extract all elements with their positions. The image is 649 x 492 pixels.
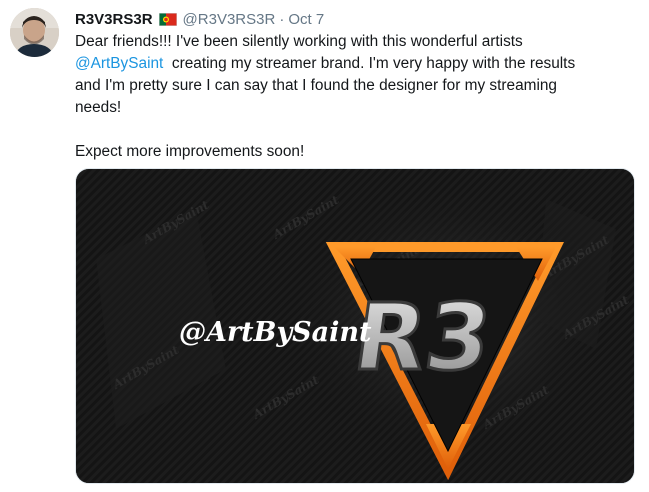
mention-link[interactable]: @ArtBySaint xyxy=(75,55,163,72)
tweet-text: Dear friends!!! I've been silently worki… xyxy=(75,31,633,163)
tweet-content: R3V3RS3R @R3V3RS3R · Oct 7 Dear friends!… xyxy=(75,8,635,163)
tweet-date[interactable]: Oct 7 xyxy=(288,11,324,28)
tweet[interactable]: R3V3RS3R @R3V3RS3R · Oct 7 Dear friends!… xyxy=(0,0,649,492)
tweet-text-line: needs! xyxy=(75,99,122,116)
avatar[interactable] xyxy=(10,8,59,57)
display-name[interactable]: R3V3RS3R xyxy=(75,11,153,28)
avatar-image xyxy=(10,8,59,57)
tweet-header: R3V3RS3R @R3V3RS3R · Oct 7 xyxy=(75,8,635,30)
tweet-text-line: @ArtBySaint creating my streamer brand. … xyxy=(75,53,633,75)
artist-signature: @ArtBySaint xyxy=(179,317,372,348)
tweet-text-line: and I'm pretty sure I can say that I fou… xyxy=(75,77,557,94)
media-artwork: ArtBySaint ArtBySaint ArtBySaint ArtBySa… xyxy=(76,169,634,483)
separator-dot: · xyxy=(279,10,285,28)
tweet-media-image[interactable]: ArtBySaint ArtBySaint ArtBySaint ArtBySa… xyxy=(75,168,635,484)
tweet-text-fragment: creating my streamer brand. I'm very hap… xyxy=(163,55,576,72)
user-handle[interactable]: @R3V3RS3R xyxy=(183,11,276,28)
tweet-text-line: Expect more improvements soon! xyxy=(75,143,305,160)
portugal-flag-icon xyxy=(158,12,177,26)
tweet-text-line: Dear friends!!! I've been silently worki… xyxy=(75,33,523,50)
